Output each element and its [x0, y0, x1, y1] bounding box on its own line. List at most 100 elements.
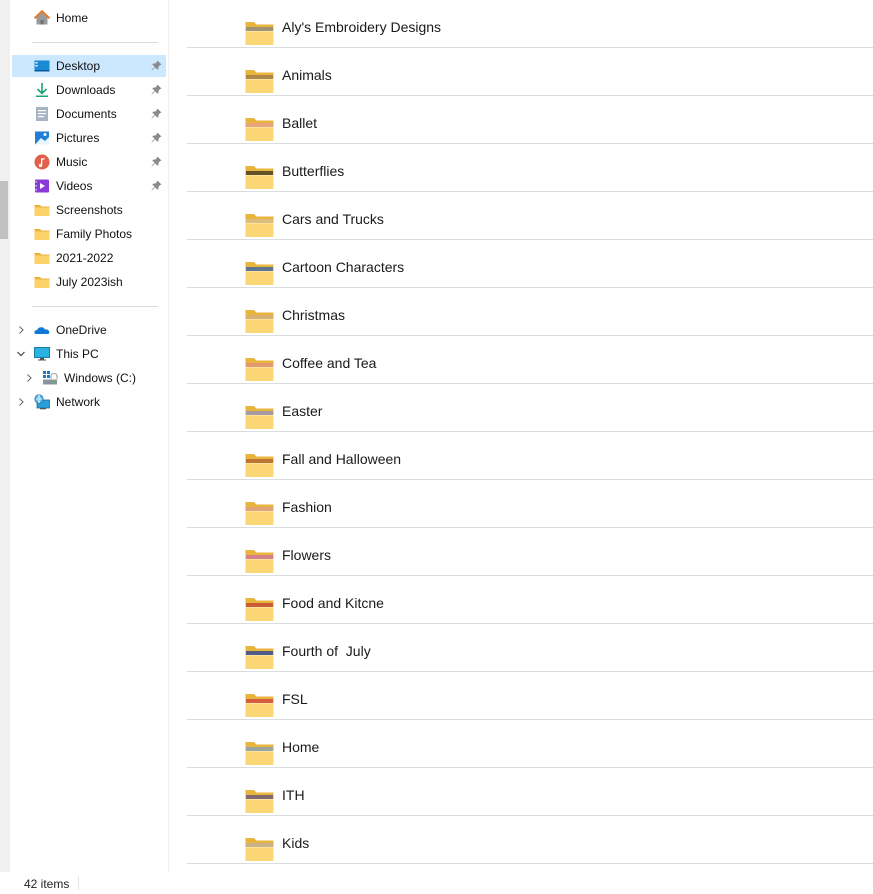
folder-name: Fall and Halloween: [282, 451, 402, 467]
file-list: Aly's Embroidery Designs Animals Ballet But…: [169, 0, 873, 872]
sidebar-item-pictures[interactable]: Pictures: [12, 127, 166, 149]
row-divider: [187, 863, 873, 864]
download-icon: [34, 82, 50, 98]
chevron-down-icon[interactable]: [16, 349, 26, 362]
folder-row[interactable]: Aly's Embroidery Designs: [187, 0, 873, 48]
folder-row[interactable]: Fall and Halloween: [187, 432, 873, 480]
home-icon: [34, 10, 50, 26]
folder-name: FSL: [282, 691, 308, 707]
drive-icon: [42, 370, 58, 386]
folder-icon: [34, 250, 50, 266]
folder-icon: [34, 274, 50, 290]
folder-icon: [245, 68, 274, 97]
tree-item-network[interactable]: Network: [12, 391, 166, 413]
sidebar-item-label: Documents: [56, 107, 117, 121]
sidebar-item-downloads[interactable]: Downloads: [12, 79, 166, 101]
chevron-right-icon[interactable]: [16, 397, 26, 410]
folder-row[interactable]: Fourth of July: [187, 624, 873, 672]
tree-item-label: OneDrive: [56, 323, 107, 337]
navigation-pane: Home Desktop Downloads Documents Pictures Mus…: [10, 0, 169, 872]
sidebar-item-label: Downloads: [56, 83, 116, 97]
tree-item-windows-c[interactable]: Windows (C:): [12, 367, 166, 389]
folder-name: Ballet: [282, 115, 318, 131]
tree-item-this-pc[interactable]: This PC: [12, 343, 166, 365]
pin-icon[interactable]: [151, 60, 162, 74]
folder-row[interactable]: Coffee and Tea: [187, 336, 873, 384]
tree-item-onedrive[interactable]: OneDrive: [12, 319, 166, 341]
folder-icon: [245, 452, 274, 481]
folder-row[interactable]: FSL: [187, 672, 873, 720]
sidebar-item-label: Home: [56, 11, 89, 25]
sidebar-item-music[interactable]: Music: [12, 151, 166, 173]
outer-scrollbar[interactable]: [0, 0, 10, 894]
tree-item-label: Network: [56, 395, 101, 409]
sidebar-item-documents[interactable]: Documents: [12, 103, 166, 125]
sidebar-item-july-2023ish[interactable]: July 2023ish: [12, 271, 166, 293]
this-pc-icon: [34, 346, 50, 362]
onedrive-icon: [34, 322, 50, 338]
sidebar-item-label: Videos: [56, 179, 93, 193]
folder-row[interactable]: Fashion: [187, 480, 873, 528]
sidebar-item-family-photos[interactable]: Family Photos: [12, 223, 166, 245]
sidebar-item-label: 2021-2022: [56, 251, 114, 265]
folder-name: Fourth of July: [282, 643, 371, 659]
sidebar-item-label: Screenshots: [56, 203, 123, 217]
sidebar-item-label: Family Photos: [56, 227, 133, 241]
pin-icon[interactable]: [151, 132, 162, 146]
folder-name: Kids: [282, 835, 310, 851]
folder-icon: [245, 356, 274, 385]
folder-name: ITH: [282, 787, 305, 803]
folder-name: Food and Kitcne: [282, 595, 384, 611]
sidebar-item-label: July 2023ish: [56, 275, 123, 289]
folder-icon: [245, 212, 274, 241]
folder-icon: [34, 202, 50, 218]
pin-icon[interactable]: [151, 84, 162, 98]
folder-name: Cartoon Characters: [282, 259, 405, 275]
folder-name: Fashion: [282, 499, 332, 515]
sidebar-item-desktop[interactable]: Desktop: [12, 55, 166, 77]
chevron-right-icon[interactable]: [24, 373, 34, 386]
folder-icon: [245, 404, 274, 433]
folder-row[interactable]: Cars and Trucks: [187, 192, 873, 240]
folder-icon: [245, 596, 274, 625]
folder-row[interactable]: Animals: [187, 48, 873, 96]
tree-item-label: This PC: [56, 347, 99, 361]
sidebar-item-home[interactable]: Home: [12, 7, 166, 29]
pin-icon[interactable]: [151, 156, 162, 170]
folder-icon: [245, 308, 274, 337]
folder-row[interactable]: Flowers: [187, 528, 873, 576]
pin-icon[interactable]: [151, 180, 162, 194]
folder-icon: [245, 836, 274, 865]
status-divider: [78, 876, 79, 890]
sidebar-item-screenshots[interactable]: Screenshots: [12, 199, 166, 221]
music-icon: [34, 154, 50, 170]
documents-icon: [34, 106, 50, 122]
sidebar-item-videos[interactable]: Videos: [12, 175, 166, 197]
folder-name: Aly's Embroidery Designs: [282, 19, 442, 35]
pin-icon[interactable]: [151, 108, 162, 122]
pictures-icon: [34, 130, 50, 146]
folder-name: Cars and Trucks: [282, 211, 384, 227]
folder-name: Home: [282, 739, 320, 755]
folder-row[interactable]: Food and Kitcne: [187, 576, 873, 624]
tree-item-label: Windows (C:): [64, 371, 137, 385]
chevron-right-icon[interactable]: [16, 325, 26, 338]
folder-name: Coffee and Tea: [282, 355, 377, 371]
folder-row[interactable]: Easter: [187, 384, 873, 432]
folder-row[interactable]: Kids: [187, 816, 873, 864]
folder-row[interactable]: Home: [187, 720, 873, 768]
outer-scrollbar-thumb[interactable]: [0, 181, 8, 239]
folder-row[interactable]: Butterflies: [187, 144, 873, 192]
folder-row[interactable]: ITH: [187, 768, 873, 816]
status-bar: 42 items: [0, 872, 873, 894]
network-icon: [34, 394, 50, 410]
folder-name: Flowers: [282, 547, 332, 563]
folder-row[interactable]: Cartoon Characters: [187, 240, 873, 288]
folder-name: Easter: [282, 403, 323, 419]
sidebar-item-2021-2022[interactable]: 2021-2022: [12, 247, 166, 269]
folder-row[interactable]: Ballet: [187, 96, 873, 144]
item-count: 42 items: [24, 877, 70, 891]
sidebar-item-label: Desktop: [56, 59, 101, 73]
folder-row[interactable]: Christmas: [187, 288, 873, 336]
folder-icon: [245, 788, 274, 817]
